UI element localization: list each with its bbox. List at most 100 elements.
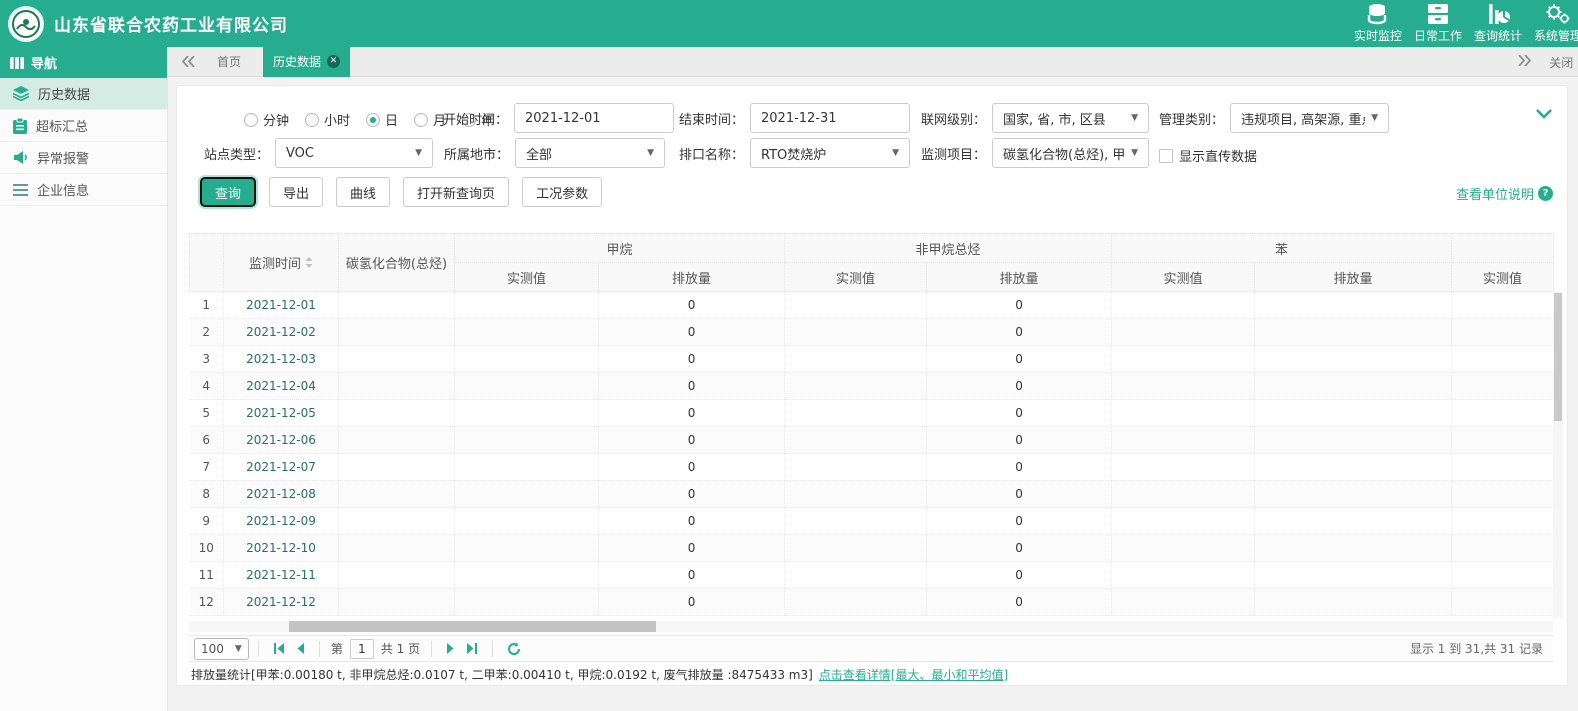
refresh-icon[interactable] xyxy=(507,642,521,656)
vertical-scrollbar-thumb[interactable] xyxy=(1554,293,1562,421)
table-row[interactable]: 82021-12-0800 xyxy=(190,481,1554,508)
vertical-scrollbar[interactable] xyxy=(1553,291,1563,618)
date-cell[interactable]: 2021-12-01 xyxy=(224,292,339,319)
radio-month[interactable]: 月 xyxy=(414,110,446,129)
row-number: 3 xyxy=(190,346,224,373)
page-number-input[interactable]: 1 xyxy=(350,639,374,659)
network-level-select[interactable]: 国家, 省, 市, 区县▼ xyxy=(992,103,1149,133)
table-row[interactable]: 72021-12-0700 xyxy=(190,454,1554,481)
date-cell[interactable]: 2021-12-11 xyxy=(224,562,339,589)
data-table-wrap: 监测时间 碳氢化合物(总烃) 甲烷 非甲烷总烃 苯 实测值 排放量 实测值 排放… xyxy=(189,233,1553,616)
col-measured: 实测值 xyxy=(785,263,927,292)
menu-realtime-monitor[interactable]: 实时监控 xyxy=(1348,3,1408,44)
value-cell xyxy=(339,373,455,400)
view-detail-link[interactable]: 点击查看详情[最大、最小和平均值] xyxy=(819,668,1008,682)
tab-home[interactable]: 首页 xyxy=(217,53,241,70)
table-row[interactable]: 112021-12-1100 xyxy=(190,562,1554,589)
date-cell[interactable]: 2021-12-02 xyxy=(224,319,339,346)
horizontal-scrollbar[interactable] xyxy=(189,621,1553,632)
panel-collapse-chevron-icon[interactable] xyxy=(1535,108,1553,123)
sidebar-item-abnormal-alarm[interactable]: 异常报警 xyxy=(0,142,167,174)
sidebar-item-history-data[interactable]: 历史数据 xyxy=(0,78,167,110)
date-cell[interactable]: 2021-12-05 xyxy=(224,400,339,427)
direct-data-checkbox-field[interactable]: 显示直传数据 xyxy=(1159,146,1257,165)
manage-category-select[interactable]: 违规项目, 高架源, 重点排污▼ xyxy=(1230,103,1389,133)
date-cell[interactable]: 2021-12-04 xyxy=(224,373,339,400)
value-cell xyxy=(1452,508,1554,535)
checkbox-icon[interactable] xyxy=(1159,149,1173,163)
tab-history-data[interactable]: 历史数据 ✕ xyxy=(263,47,350,77)
page-total-label: 共 1 页 xyxy=(381,640,420,657)
date-cell[interactable]: 2021-12-06 xyxy=(224,427,339,454)
sidebar-item-label: 超标汇总 xyxy=(36,116,88,135)
table-row[interactable]: 102021-12-1000 xyxy=(190,535,1554,562)
date-cell[interactable]: 2021-12-09 xyxy=(224,508,339,535)
col-thc: 碳氢化合物(总烃) xyxy=(339,234,455,292)
start-time-input[interactable]: 2021-12-01 xyxy=(514,103,674,133)
sidebar-title-label: 导航 xyxy=(31,53,57,72)
sidebar-item-company-info[interactable]: 企业信息 xyxy=(0,174,167,206)
sidebar-item-exceed-summary[interactable]: 超标汇总 xyxy=(0,110,167,142)
chevrons-right-icon[interactable] xyxy=(1518,55,1531,70)
date-cell[interactable]: 2021-12-07 xyxy=(224,454,339,481)
col-monitor-time[interactable]: 监测时间 xyxy=(224,234,339,292)
value-cell: 0 xyxy=(599,589,785,616)
outlet-name-select[interactable]: RTO焚烧炉▼ xyxy=(750,138,910,168)
table-row[interactable]: 52021-12-0500 xyxy=(190,400,1554,427)
table-row[interactable]: 42021-12-0400 xyxy=(190,373,1554,400)
chevrons-left-icon[interactable] xyxy=(182,56,195,67)
horizontal-scrollbar-thumb[interactable] xyxy=(289,621,656,632)
table-row[interactable]: 122021-12-1200 xyxy=(190,589,1554,616)
table-row[interactable]: 32021-12-0300 xyxy=(190,346,1554,373)
database-icon xyxy=(1366,3,1390,25)
export-button[interactable]: 导出 xyxy=(269,177,323,207)
radio-minute[interactable]: 分钟 xyxy=(244,110,289,129)
value-cell xyxy=(1255,508,1452,535)
value-cell xyxy=(1112,373,1255,400)
date-cell[interactable]: 2021-12-08 xyxy=(224,481,339,508)
radio-day[interactable]: 日 xyxy=(366,110,398,129)
monitor-items-select[interactable]: 碳氢化合物(总烃), 甲烷, 非▼ xyxy=(992,138,1149,168)
value-cell: 0 xyxy=(599,481,785,508)
close-tabs-menu[interactable]: 关闭 ▼ xyxy=(1549,54,1578,71)
menu-daily-work[interactable]: 日常工作 xyxy=(1408,3,1468,44)
table-row[interactable]: 22021-12-0200 xyxy=(190,319,1554,346)
table-row[interactable]: 12021-12-0100 xyxy=(190,292,1554,319)
environmental-emblem-icon xyxy=(11,9,41,39)
date-cell[interactable]: 2021-12-12 xyxy=(224,589,339,616)
close-icon[interactable]: ✕ xyxy=(327,55,340,68)
value-cell xyxy=(1255,373,1452,400)
row-number: 10 xyxy=(190,535,224,562)
query-button[interactable]: 查询 xyxy=(200,177,256,207)
curve-button[interactable]: 曲线 xyxy=(336,177,390,207)
next-page-icon[interactable] xyxy=(446,643,455,654)
value-cell xyxy=(339,400,455,427)
menu-query-stats[interactable]: 查询统计 xyxy=(1468,3,1528,44)
value-cell xyxy=(339,481,455,508)
prev-page-icon[interactable] xyxy=(296,643,305,654)
open-new-query-button[interactable]: 打开新查询页 xyxy=(403,177,509,207)
last-page-icon[interactable] xyxy=(465,643,478,654)
city-select[interactable]: 全部▼ xyxy=(515,138,665,168)
radio-hour[interactable]: 小时 xyxy=(305,110,350,129)
chevron-down-icon: ▼ xyxy=(235,644,242,654)
clipboard-icon xyxy=(13,118,27,134)
list-icon xyxy=(13,184,28,196)
station-type-select[interactable]: VOC▼ xyxy=(275,138,433,168)
date-cell[interactable]: 2021-12-03 xyxy=(224,346,339,373)
table-row[interactable]: 92021-12-0900 xyxy=(190,508,1554,535)
value-cell xyxy=(455,535,599,562)
menu-system-admin[interactable]: 系统管理 xyxy=(1528,3,1578,44)
date-cell[interactable]: 2021-12-10 xyxy=(224,535,339,562)
working-params-button[interactable]: 工况参数 xyxy=(522,177,602,207)
unit-help-link[interactable]: 查看单位说明 ? xyxy=(1456,184,1553,203)
table-row[interactable]: 62021-12-0600 xyxy=(190,427,1554,454)
value-cell xyxy=(785,427,927,454)
page-size-select[interactable]: 100▼ xyxy=(194,638,249,660)
end-time-input[interactable]: 2021-12-31 xyxy=(750,103,910,133)
bar-chart-icon xyxy=(1486,3,1510,25)
sort-icon[interactable] xyxy=(305,257,313,272)
value-cell xyxy=(1112,535,1255,562)
value-cell xyxy=(455,427,599,454)
first-page-icon[interactable] xyxy=(273,643,286,654)
